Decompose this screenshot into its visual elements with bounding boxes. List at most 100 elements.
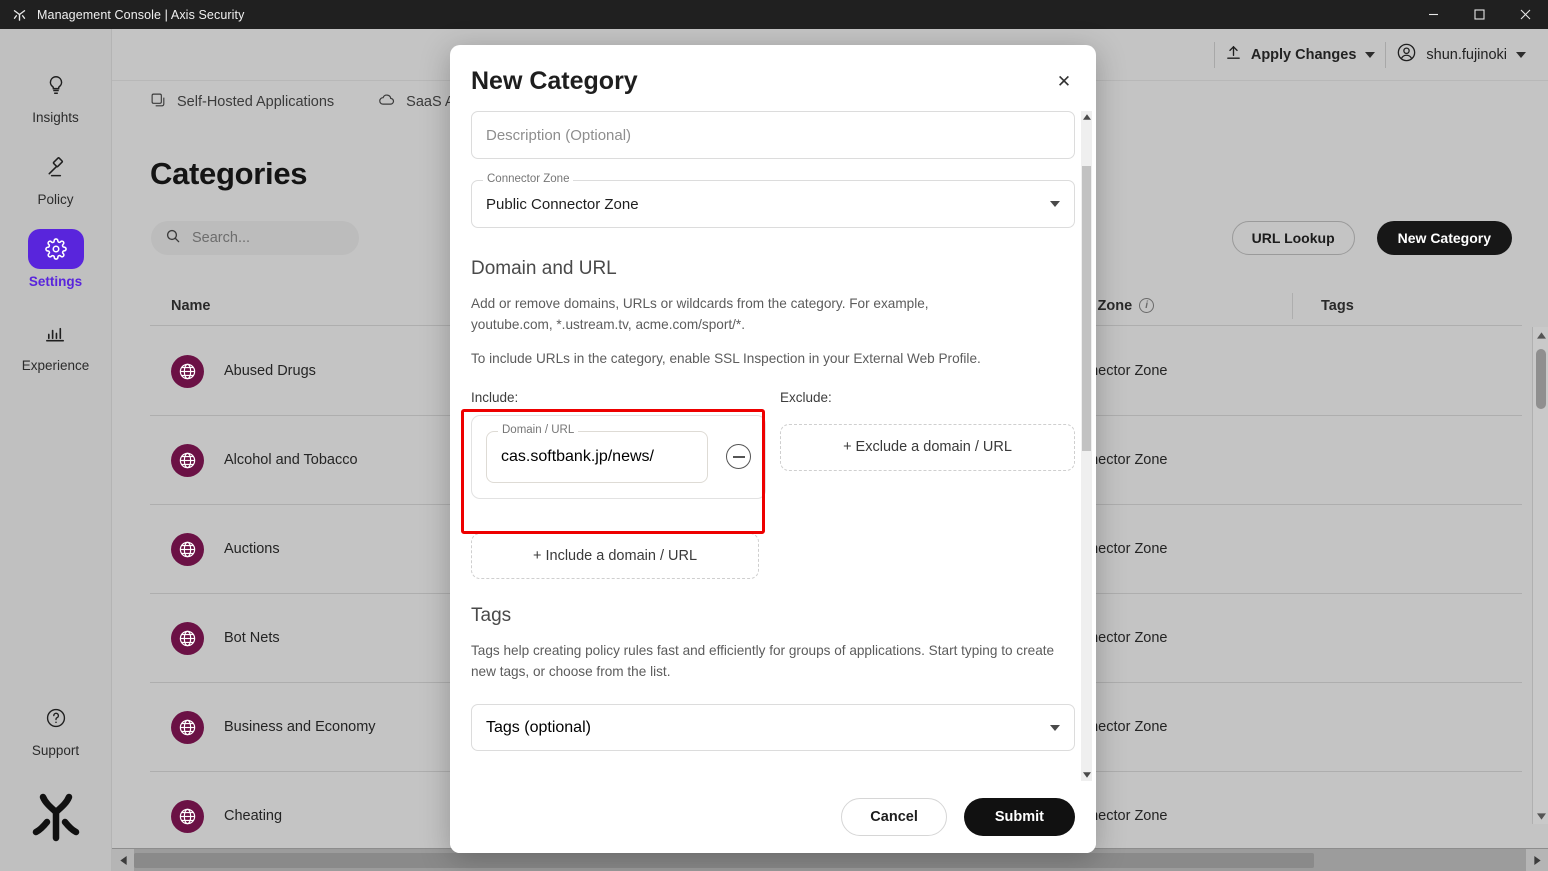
category-name: Business and Economy bbox=[224, 719, 376, 735]
upload-icon bbox=[1225, 44, 1242, 66]
category-name: Auctions bbox=[224, 541, 280, 557]
domain-url-paragraph-1: Add or remove domains, URLs or wildcards… bbox=[471, 296, 929, 332]
modal-body: Description (Optional) Connector Zone Pu… bbox=[450, 111, 1096, 781]
apply-changes-label: Apply Changes bbox=[1250, 46, 1357, 63]
category-name: Bot Nets bbox=[224, 630, 280, 646]
table-scroll-thumb[interactable] bbox=[1536, 349, 1546, 409]
search-input[interactable]: Search... bbox=[151, 221, 359, 255]
globe-icon bbox=[171, 532, 204, 566]
connector-zone-value: Public Connector Zone bbox=[486, 195, 639, 213]
maximize-button[interactable] bbox=[1456, 0, 1502, 29]
apply-changes-button[interactable]: Apply Changes bbox=[1225, 44, 1376, 66]
minimize-button[interactable] bbox=[1410, 0, 1456, 29]
sidebar-item-settings[interactable]: Settings bbox=[0, 229, 111, 289]
minus-bar bbox=[732, 456, 745, 458]
domain-url-paragraph-2: To include URLs in the category, enable … bbox=[471, 351, 981, 367]
modal-title: New Category bbox=[471, 67, 638, 95]
include-exclude-row: Include: Domain / URL cas.softbank.jp/ne… bbox=[471, 390, 1075, 579]
user-circle-icon bbox=[1396, 42, 1417, 68]
sidebar-item-insights[interactable]: Insights bbox=[0, 65, 111, 125]
submit-button[interactable]: Submit bbox=[963, 798, 1075, 836]
sidebar: Insights Policy Settings Experience Supp… bbox=[0, 29, 112, 871]
exclude-label: Exclude: bbox=[780, 389, 832, 405]
scroll-down-arrow-icon[interactable] bbox=[1533, 808, 1548, 824]
domain-url-value: cas.softbank.jp/news/ bbox=[501, 447, 654, 465]
globe-icon bbox=[171, 621, 204, 655]
chevron-down-icon[interactable] bbox=[1050, 724, 1060, 731]
chevron-down-icon[interactable] bbox=[1050, 201, 1060, 207]
info-icon[interactable]: i bbox=[1139, 298, 1155, 313]
include-column: Include: Domain / URL cas.softbank.jp/ne… bbox=[471, 390, 766, 579]
add-exclude-domain-button[interactable]: + Exclude a domain / URL bbox=[780, 423, 1075, 471]
modal-scroll-up-arrow-icon[interactable] bbox=[1081, 111, 1092, 123]
connector-zone-select[interactable]: Connector Zone Public Connector Zone bbox=[471, 173, 1075, 228]
tab-label: Self-Hosted Applications bbox=[177, 94, 335, 110]
column-header-tags-label: Tags bbox=[1321, 297, 1354, 314]
modal-scroll-down-arrow-icon[interactable] bbox=[1081, 769, 1092, 781]
modal-scrollbar[interactable] bbox=[1081, 111, 1092, 781]
sidebar-item-support[interactable]: Support bbox=[0, 698, 111, 758]
description-placeholder: Description (Optional) bbox=[486, 126, 632, 144]
gavel-icon bbox=[28, 147, 84, 187]
domain-url-section-title: Domain and URL bbox=[471, 258, 617, 279]
add-include-domain-button[interactable]: + Include a domain / URL bbox=[471, 532, 759, 579]
sidebar-item-label: Policy bbox=[37, 192, 74, 207]
gear-icon bbox=[27, 229, 84, 269]
domain-url-input[interactable]: Domain / URL cas.softbank.jp/news/ bbox=[486, 423, 708, 483]
globe-icon bbox=[171, 710, 204, 744]
sidebar-item-policy[interactable]: Policy bbox=[0, 147, 111, 207]
sidebar-item-label: Experience bbox=[21, 358, 90, 373]
tab-self-hosted-applications[interactable]: Self-Hosted Applications bbox=[150, 92, 334, 113]
chevron-down-icon[interactable] bbox=[1516, 51, 1526, 58]
globe-icon bbox=[171, 799, 204, 833]
url-lookup-button[interactable]: URL Lookup bbox=[1231, 221, 1355, 255]
category-name: Alcohol and Tobacco bbox=[224, 452, 358, 468]
cancel-button[interactable]: Cancel bbox=[841, 798, 947, 836]
include-label: Include: bbox=[471, 389, 519, 405]
include-domain-card: Domain / URL cas.softbank.jp/news/ bbox=[471, 414, 766, 499]
globe-icon bbox=[171, 354, 204, 388]
category-name: Cheating bbox=[224, 808, 283, 824]
scroll-left-arrow-icon[interactable] bbox=[112, 848, 134, 871]
category-name: Abused Drugs bbox=[224, 363, 316, 379]
scroll-up-arrow-icon[interactable] bbox=[1533, 327, 1548, 343]
minus-circle-icon[interactable] bbox=[726, 444, 751, 470]
new-category-button[interactable]: New Category bbox=[1376, 221, 1512, 255]
question-circle-icon bbox=[28, 698, 84, 738]
exclude-column: Exclude: + Exclude a domain / URL bbox=[780, 390, 1075, 579]
lightbulb-icon bbox=[28, 65, 84, 105]
horizontal-scroll-thumb[interactable] bbox=[134, 852, 1314, 868]
axis-logo-icon bbox=[6, 7, 32, 22]
domain-url-field-label: Domain / URL bbox=[498, 423, 579, 436]
window-titlebar: Management Console | Axis Security bbox=[0, 0, 1548, 29]
sidebar-item-label: Insights bbox=[32, 110, 79, 125]
page-actions: URL Lookup New Category bbox=[1231, 221, 1512, 255]
tags-select[interactable]: Tags (optional) bbox=[471, 704, 1075, 752]
tags-section-title: Tags bbox=[471, 604, 512, 626]
search-placeholder: Search... bbox=[192, 230, 251, 246]
chevron-down-icon[interactable] bbox=[1365, 51, 1376, 58]
modal-scroll-thumb[interactable] bbox=[1082, 166, 1091, 451]
cloud-icon bbox=[378, 91, 396, 113]
tags-paragraph: Tags help creating policy rules fast and… bbox=[471, 642, 1055, 679]
axis-brand-logo-icon bbox=[31, 792, 81, 849]
table-vertical-scrollbar[interactable] bbox=[1532, 327, 1548, 824]
app-root: Management Console | Axis Security Insig… bbox=[0, 0, 1548, 871]
topbar-divider bbox=[1213, 41, 1215, 68]
sidebar-item-label: Settings bbox=[28, 274, 83, 289]
column-header-tags[interactable]: Tags bbox=[1292, 292, 1492, 319]
user-menu[interactable]: shun.fujinoki bbox=[1396, 42, 1526, 68]
description-field[interactable]: Description (Optional) bbox=[471, 111, 1075, 159]
bar-chart-icon bbox=[28, 313, 84, 353]
scroll-right-arrow-icon[interactable] bbox=[1526, 848, 1548, 871]
sidebar-item-label: Support bbox=[31, 743, 80, 758]
window-controls bbox=[1410, 0, 1548, 29]
tags-placeholder: Tags (optional) bbox=[486, 718, 591, 736]
window-title: Management Console | Axis Security bbox=[37, 7, 245, 22]
page-title: Categories bbox=[150, 156, 308, 191]
modal-footer: Cancel Submit bbox=[450, 781, 1096, 853]
close-button[interactable] bbox=[1502, 0, 1548, 29]
new-category-modal: New Category ✕ Description (Optional) Co… bbox=[450, 45, 1096, 853]
sidebar-item-experience[interactable]: Experience bbox=[0, 313, 111, 373]
close-icon[interactable]: ✕ bbox=[1054, 72, 1074, 92]
